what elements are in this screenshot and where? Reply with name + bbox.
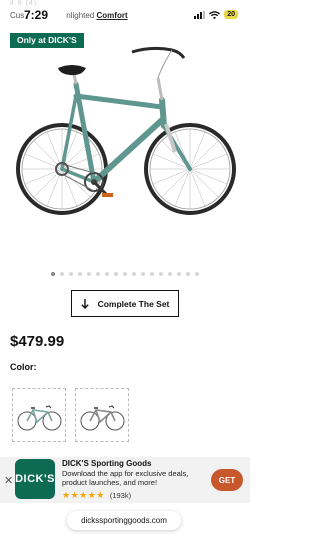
battery-indicator: 20 bbox=[224, 10, 238, 19]
app-title: DICK'S Sporting Goods bbox=[62, 459, 152, 468]
arrow-down-icon bbox=[80, 298, 89, 309]
product-price: $479.99 bbox=[10, 333, 65, 350]
gallery-dot[interactable] bbox=[87, 272, 91, 276]
product-image-bike[interactable] bbox=[12, 44, 238, 258]
gallery-dot[interactable] bbox=[177, 272, 181, 276]
status-bar: 4.8 (4) Cus nlighted Comfort 7:29 20 bbox=[0, 0, 250, 30]
star-rating-icon: ★★★★★ bbox=[62, 490, 105, 500]
underlay-text: Cus bbox=[10, 11, 25, 20]
complete-the-set-button[interactable]: Complete The Set bbox=[71, 290, 179, 317]
app-description: Download the app for exclusive deals, pr… bbox=[62, 469, 189, 487]
swatch-1-bike-thumbnail bbox=[17, 405, 62, 431]
clock: 7:29 bbox=[24, 8, 49, 22]
app-rating: ★★★★★ (193k) bbox=[62, 490, 131, 501]
app-install-banner: ✕ DICK'S DICK'S Sporting Goods Download … bbox=[0, 457, 250, 503]
gallery-dot[interactable] bbox=[132, 272, 136, 276]
color-label: Color: bbox=[10, 362, 37, 372]
app-logo[interactable]: DICK'S bbox=[15, 459, 55, 499]
rating-count: (193k) bbox=[109, 491, 132, 500]
gallery-dot[interactable] bbox=[69, 272, 73, 276]
gallery-dot[interactable] bbox=[123, 272, 127, 276]
complete-the-set-label: Complete The Set bbox=[97, 298, 170, 309]
comfort-link[interactable]: Comfort bbox=[97, 11, 128, 20]
gallery-dot[interactable] bbox=[114, 272, 118, 276]
gallery-dot[interactable] bbox=[141, 272, 145, 276]
close-icon[interactable]: ✕ bbox=[4, 474, 13, 487]
gallery-dot[interactable] bbox=[105, 272, 109, 276]
gallery-dot[interactable] bbox=[150, 272, 154, 276]
signal-icon bbox=[194, 10, 206, 19]
swatch-2-bike-thumbnail bbox=[80, 405, 125, 431]
faint-rating-stars: 4.8 (4) bbox=[10, 0, 38, 7]
gallery-dot[interactable] bbox=[60, 272, 64, 276]
color-swatch-2[interactable] bbox=[75, 388, 129, 442]
gallery-dot[interactable] bbox=[96, 272, 100, 276]
gallery-dot[interactable] bbox=[168, 272, 172, 276]
system-icons: 20 bbox=[194, 10, 238, 19]
gallery-dot[interactable] bbox=[186, 272, 190, 276]
gallery-dot[interactable] bbox=[78, 272, 82, 276]
address-bar[interactable]: dickssportinggoods.com bbox=[67, 511, 181, 530]
bike-seat bbox=[58, 65, 86, 76]
get-app-button[interactable]: GET bbox=[211, 469, 243, 491]
gallery-dot[interactable] bbox=[195, 272, 199, 276]
handlebar bbox=[131, 46, 186, 59]
color-swatch-1[interactable] bbox=[12, 388, 66, 442]
gallery-pagination[interactable] bbox=[0, 272, 250, 276]
wifi-icon bbox=[209, 10, 221, 19]
gallery-dot[interactable] bbox=[159, 272, 163, 276]
underlay-text-2: nlighted bbox=[66, 11, 95, 20]
gallery-dot[interactable] bbox=[51, 272, 55, 276]
